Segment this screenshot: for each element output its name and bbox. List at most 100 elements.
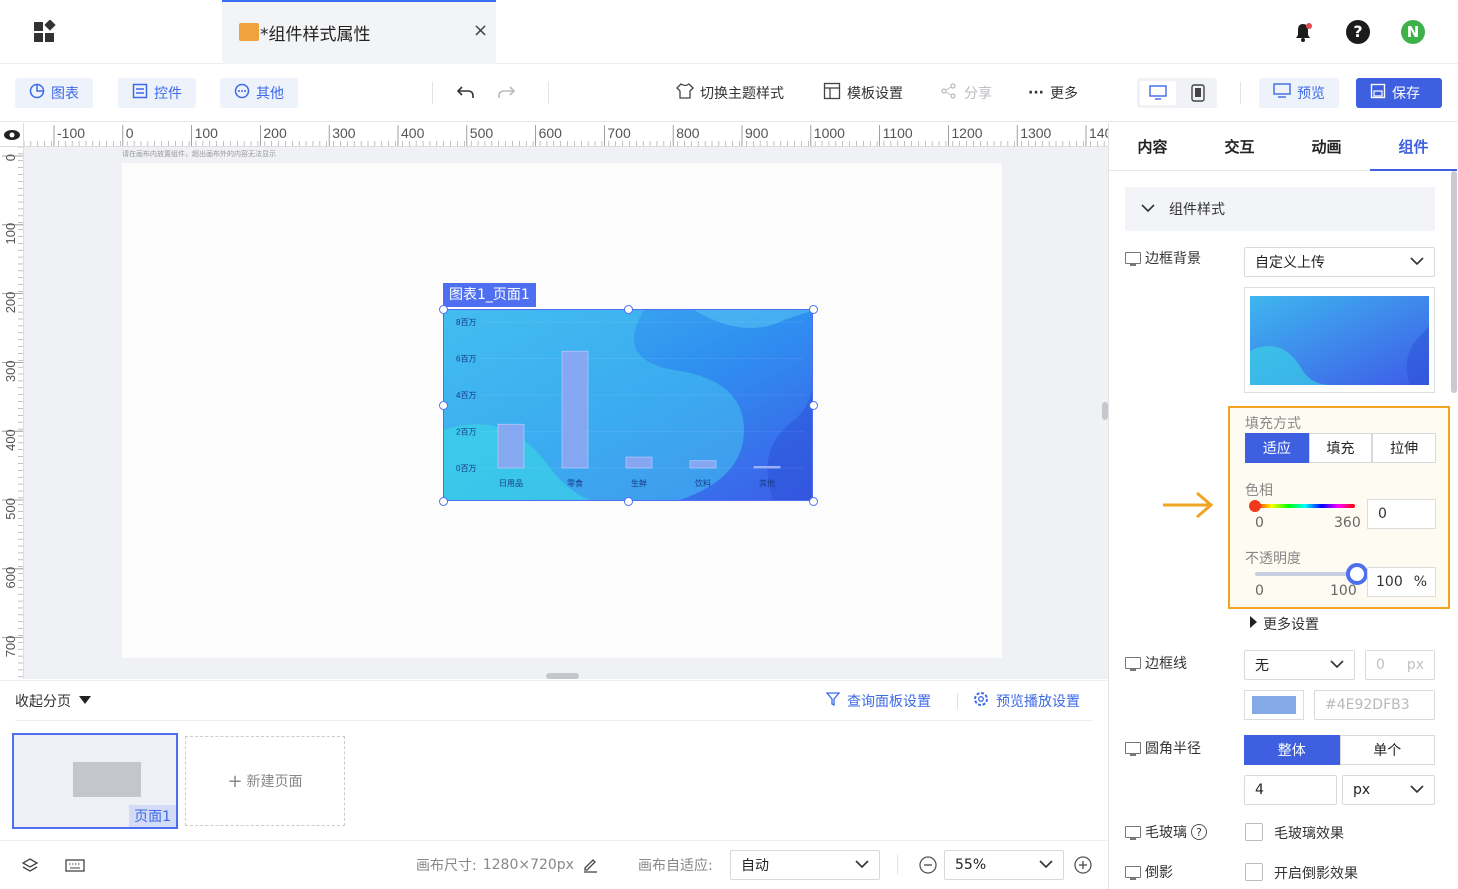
more-settings-toggle[interactable]: 更多设置 [1249, 614, 1319, 634]
eye-icon[interactable] [0, 123, 24, 147]
resize-handle[interactable] [808, 496, 818, 506]
border-width-input[interactable]: 0 px [1365, 650, 1435, 680]
fit-select[interactable]: 自动 [730, 850, 880, 880]
section-header[interactable]: 组件样式 [1125, 187, 1435, 231]
opacity-slider[interactable] [1255, 572, 1355, 576]
caret-down-icon [79, 693, 91, 709]
zoom-out-icon[interactable] [918, 855, 938, 879]
divider [548, 82, 549, 104]
monitor-icon [1125, 866, 1141, 880]
monitor-icon [1125, 826, 1141, 840]
toolbar: 图表 控件 其他 切换主题样式 模板设置 分享 ··· 更多 预览 保存 [0, 64, 1458, 122]
horizontal-scrollbar[interactable] [546, 673, 579, 679]
hue-slider-thumb[interactable] [1249, 500, 1261, 512]
resize-handle[interactable] [623, 496, 633, 506]
desktop-icon[interactable] [1140, 81, 1176, 105]
radius-text: 圆角半径 [1145, 741, 1201, 757]
border-color-input[interactable]: #4E92DFB3 [1314, 690, 1435, 720]
ruler-tick-label: 0 [126, 125, 134, 141]
query-panel-settings-button[interactable]: 查询面板设置 [825, 691, 931, 711]
resize-handle[interactable] [438, 400, 448, 410]
more-label: 更多 [1049, 86, 1078, 102]
radius-mode-each[interactable]: 单个 [1339, 735, 1435, 765]
ruler-tick-label: 500 [470, 125, 494, 141]
frost-text: 毛玻璃 [1145, 825, 1187, 841]
save-label: 保存 [1392, 86, 1420, 102]
keyboard-icon[interactable] [65, 858, 85, 878]
frost-check-label: 毛玻璃效果 [1274, 826, 1344, 842]
edit-icon[interactable] [582, 857, 598, 877]
template-settings-label: 模板设置 [847, 86, 903, 102]
preview-play-settings-button[interactable]: 预览播放设置 [973, 691, 1080, 711]
x-axis-label: 其他 [759, 478, 775, 488]
resize-handle[interactable] [623, 304, 633, 314]
layers-icon[interactable] [21, 857, 39, 879]
document-tab[interactable]: *组件样式属性 × [222, 0, 496, 64]
opacity-input[interactable]: 100 % [1367, 567, 1436, 597]
tab-interaction[interactable]: 交互 [1196, 123, 1283, 171]
border-bg-select[interactable]: 自定义上传 [1244, 247, 1435, 277]
chart-widget[interactable]: 8百万 6百万 4百万 2百万 0百万 日用品 零食 生鲜 饮料 其他 [443, 309, 813, 501]
resize-handle[interactable] [438, 304, 448, 314]
tab-animation[interactable]: 动画 [1283, 123, 1370, 171]
ruler-tick-label: 1000 [814, 125, 845, 141]
more-settings-label: 更多设置 [1263, 617, 1319, 633]
fill-mode-fill[interactable]: 填充 [1308, 433, 1373, 463]
bell-icon[interactable] [1291, 20, 1315, 48]
switch-theme-button[interactable]: 切换主题样式 [676, 82, 784, 104]
other-button[interactable]: 其他 [220, 78, 298, 108]
new-page-button[interactable]: + 新建页面 [185, 736, 345, 826]
x-axis-label: 日用品 [499, 479, 523, 488]
preview-button[interactable]: 预览 [1259, 78, 1339, 108]
tab-title: *组件样式属性 [260, 25, 371, 45]
reflection-checkbox[interactable] [1245, 863, 1263, 881]
caret-right-icon [1249, 616, 1257, 632]
help-circle-icon[interactable]: ? [1191, 824, 1207, 840]
ruler-tick-label: 0 [3, 154, 18, 161]
hue-input[interactable]: 0 [1367, 499, 1436, 529]
more-button[interactable]: ··· 更多 [1028, 82, 1078, 104]
redo-icon[interactable] [496, 82, 516, 106]
avatar[interactable]: N [1401, 20, 1425, 44]
resize-handle[interactable] [808, 304, 818, 314]
collapse-pages-button[interactable]: 收起分页 [15, 691, 91, 711]
app-grid-icon[interactable] [34, 19, 58, 44]
resize-handle[interactable] [438, 496, 448, 506]
bg-image-preview[interactable] [1244, 287, 1435, 393]
share-button[interactable]: 分享 [940, 82, 992, 104]
template-settings-button[interactable]: 模板设置 [823, 82, 903, 104]
opacity-slider-thumb[interactable] [1346, 563, 1368, 585]
ruler-tick-label: 100 [3, 223, 18, 245]
page-thumbnail[interactable]: 页面1 [12, 733, 178, 829]
control-button[interactable]: 控件 [118, 78, 196, 108]
tab-component[interactable]: 组件 [1370, 123, 1457, 171]
switch-theme-label: 切换主题样式 [700, 86, 784, 102]
fill-mode-fit[interactable]: 适应 [1245, 433, 1309, 463]
tab-content[interactable]: 内容 [1109, 123, 1196, 171]
radius-mode-all[interactable]: 整体 [1244, 735, 1340, 765]
panel-scrollbar[interactable] [1451, 171, 1457, 393]
fill-mode-stretch[interactable]: 拉伸 [1372, 433, 1437, 463]
hue-slider[interactable] [1255, 504, 1355, 508]
control-icon [132, 83, 148, 103]
resize-handle[interactable] [808, 400, 818, 410]
ruler-tick-label: 600 [539, 125, 563, 141]
divider [15, 720, 1093, 721]
chart-button-label: 图表 [51, 86, 79, 102]
close-icon[interactable]: × [473, 20, 488, 41]
divider [1240, 82, 1241, 104]
save-button[interactable]: 保存 [1356, 78, 1442, 108]
monitor-icon [1125, 742, 1141, 756]
undo-icon[interactable] [456, 82, 476, 106]
chart-button[interactable]: 图表 [15, 78, 93, 108]
radius-unit-select[interactable]: px [1342, 775, 1435, 805]
frost-checkbox[interactable] [1245, 823, 1263, 841]
radius-input[interactable]: 4 [1244, 775, 1337, 805]
zoom-select[interactable]: 55% [944, 850, 1064, 880]
share-icon [940, 82, 958, 104]
help-icon[interactable]: ? [1346, 20, 1370, 44]
border-color-swatch[interactable] [1244, 690, 1304, 720]
border-line-select[interactable]: 无 [1244, 650, 1355, 680]
zoom-in-icon[interactable] [1073, 855, 1093, 879]
mobile-icon[interactable] [1181, 81, 1215, 105]
